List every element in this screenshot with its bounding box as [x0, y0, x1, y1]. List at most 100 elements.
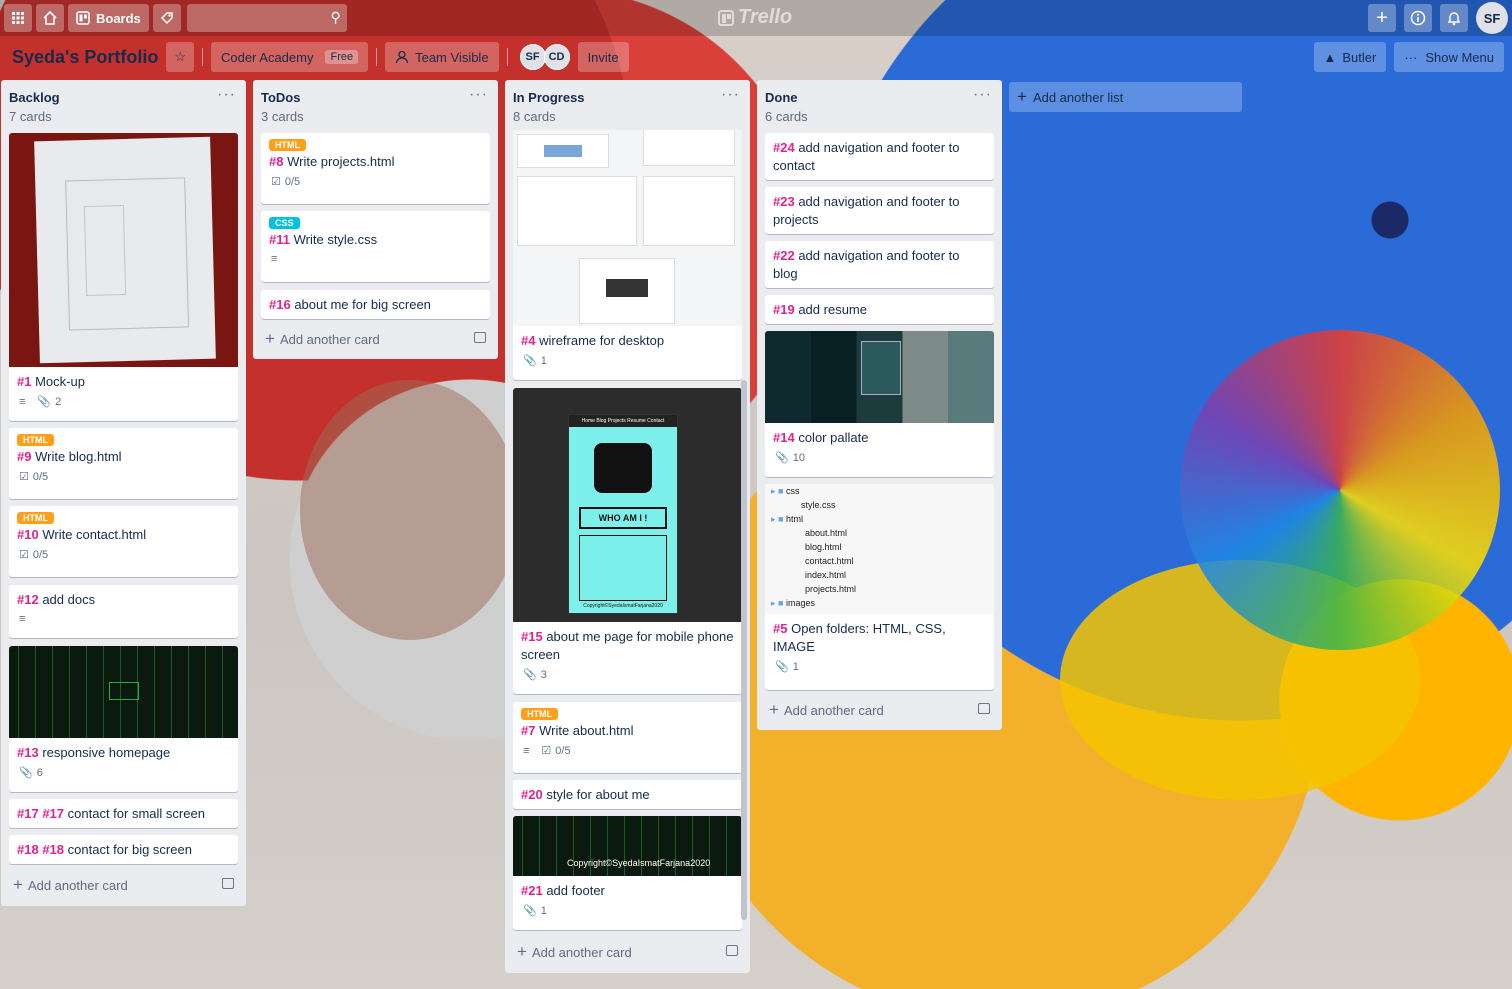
card-cover-image — [513, 130, 742, 326]
checklist-count: 0/5 — [32, 548, 49, 561]
card-number: #8 — [269, 154, 284, 169]
add-card-label: Add another card — [279, 331, 380, 347]
card[interactable]: #14 color pallate 📎 10 — [765, 331, 994, 477]
list-menu-icon[interactable]: ··· — [973, 86, 992, 104]
divider — [376, 48, 378, 66]
card[interactable]: #13 responsive homepage 📎 6 — [9, 646, 238, 792]
boards-button[interactable]: Boards — [68, 4, 149, 32]
list-backlog: Backlog 7 cards ··· #1 Mock-up ≡ 📎 2 HTML… — [1, 80, 246, 906]
add-card-label: Add another card — [783, 702, 884, 718]
list-name[interactable]: In Progress — [513, 90, 742, 105]
tree-file: blog.html — [805, 542, 842, 552]
card[interactable]: #1 Mock-up ≡ 📎 2 — [9, 133, 238, 421]
card-number: #23 — [773, 194, 795, 209]
card[interactable]: #4 wireframe for desktop 📎 1 — [513, 130, 742, 380]
divider — [506, 48, 508, 66]
list-menu-icon[interactable]: ··· — [469, 86, 488, 104]
checklist-icon: ☑ — [19, 471, 29, 483]
card[interactable]: HTML #9 Write blog.html ☑ 0/5 — [9, 428, 238, 499]
list-scrollbar[interactable] — [741, 380, 747, 920]
tree-folder: ▸ ■ css — [771, 486, 800, 496]
home-button[interactable] — [36, 4, 64, 32]
show-menu-button[interactable]: ··· Show Menu — [1394, 42, 1504, 72]
card[interactable]: #17 #17 contact for small screen — [9, 799, 238, 828]
list-name[interactable]: Done — [765, 90, 994, 105]
create-button[interactable]: + — [1368, 4, 1396, 32]
board-title[interactable]: Syeda's Portfolio — [12, 47, 158, 68]
card[interactable]: Home Blog Projects Resume Contact WHO AM… — [513, 388, 742, 694]
template-icon[interactable] — [978, 703, 990, 714]
boards-icon — [76, 11, 90, 25]
add-card-button[interactable]: + Add another card — [261, 325, 490, 353]
card-cover-image: Home Blog Projects Resume Contact WHO AM… — [513, 388, 742, 622]
list-card-scroll-area[interactable]: #4 wireframe for desktop 📎 1 Home Blog Pr… — [505, 130, 750, 945]
card[interactable]: HTML #7 Write about.html ≡ ☑ 0/5 — [513, 702, 742, 773]
card[interactable]: Copyright©SyedaIsmatFarjana2020 #21 add … — [513, 816, 742, 930]
card-title: add docs — [42, 592, 96, 607]
card[interactable]: HTML #8 Write projects.html ☑ 0/5 — [261, 133, 490, 204]
description-icon: ≡ — [523, 744, 530, 757]
list-name[interactable]: Backlog — [9, 90, 238, 105]
card-cover-image: ▸ ■ css style.css ▸ ■ html about.html bl… — [765, 484, 994, 614]
template-icon[interactable] — [222, 878, 234, 889]
apps-grid-button[interactable] — [4, 4, 32, 32]
tree-file: about.html — [805, 528, 848, 538]
card[interactable]: #19 add resume — [765, 295, 994, 324]
list-card-count: 8 cards — [513, 109, 556, 124]
checklist-icon: ☑ — [19, 549, 29, 561]
plus-icon: + — [517, 942, 527, 961]
checklist-count: 0/5 — [284, 175, 301, 188]
trello-logo[interactable]: Trello — [718, 6, 792, 29]
visibility-button[interactable]: Team Visible — [385, 42, 499, 72]
member-avatar[interactable]: CD — [543, 44, 570, 70]
star-button[interactable]: ☆ — [166, 42, 194, 72]
card-number: #20 — [521, 787, 543, 802]
team-button[interactable]: Coder Academy Free — [210, 42, 369, 72]
invite-button[interactable]: Invite — [577, 42, 629, 72]
card[interactable]: ▸ ■ css style.css ▸ ■ html about.html bl… — [765, 484, 994, 690]
add-card-button[interactable]: + Add another card — [765, 696, 994, 724]
add-card-button[interactable]: + Add another card — [9, 871, 238, 899]
template-icon[interactable] — [474, 332, 486, 343]
list-name[interactable]: ToDos — [261, 90, 490, 105]
visibility-label: Team Visible — [415, 49, 489, 65]
card-label: CSS — [269, 217, 300, 229]
add-card-label: Add another card — [27, 877, 128, 893]
card[interactable]: #12 add docs ≡ — [9, 585, 238, 638]
card[interactable]: #24 add navigation and footer to contact — [765, 133, 994, 180]
card-title: wireframe for desktop — [539, 333, 665, 348]
card[interactable]: #20 style for about me — [513, 780, 742, 809]
card-number: #18 — [42, 842, 65, 857]
info-icon — [1410, 10, 1426, 26]
template-icon[interactable] — [726, 945, 738, 956]
show-menu-label: Show Menu — [1425, 49, 1494, 65]
attachment-count: 2 — [55, 395, 62, 408]
card-cover-image — [9, 133, 238, 367]
member-avatar[interactable]: SF — [519, 44, 546, 70]
attachment-icon: 📎 — [19, 767, 33, 779]
top-navigation-bar: Boards ⚲ Trello + SF — [0, 0, 1512, 36]
list-menu-icon[interactable]: ··· — [721, 86, 740, 104]
card[interactable]: CSS #11 Write style.css ≡ — [261, 211, 490, 282]
home-icon — [43, 11, 57, 25]
user-avatar[interactable]: SF — [1476, 2, 1508, 34]
attachment-count: 3 — [540, 668, 547, 681]
card[interactable]: #22 add navigation and footer to blog — [765, 241, 994, 288]
card[interactable]: #23 add navigation and footer to project… — [765, 187, 994, 234]
card[interactable]: HTML #10 Write contact.html ☑ 0/5 — [9, 506, 238, 577]
attachment-icon: 📎 — [523, 355, 537, 367]
plus-icon: + — [769, 700, 779, 719]
jump-button[interactable] — [152, 4, 181, 32]
info-button[interactable] — [1404, 4, 1432, 32]
plus-icon: + — [265, 329, 275, 348]
search-input[interactable]: ⚲ — [186, 4, 347, 32]
notifications-button[interactable] — [1440, 4, 1468, 32]
cover-footer: Copyright©SyedaIsmatFarjana2020 — [583, 603, 663, 609]
list-menu-icon[interactable]: ··· — [217, 86, 236, 104]
card[interactable]: #18 #18 contact for big screen — [9, 835, 238, 864]
add-card-button[interactable]: + Add another card — [513, 938, 742, 966]
add-list-button[interactable]: + Add another list — [1009, 82, 1242, 112]
butler-button[interactable]: ▲ Butler — [1313, 42, 1387, 72]
search-icon[interactable]: ⚲ — [331, 9, 341, 26]
card[interactable]: #16 about me for big screen — [261, 290, 490, 319]
